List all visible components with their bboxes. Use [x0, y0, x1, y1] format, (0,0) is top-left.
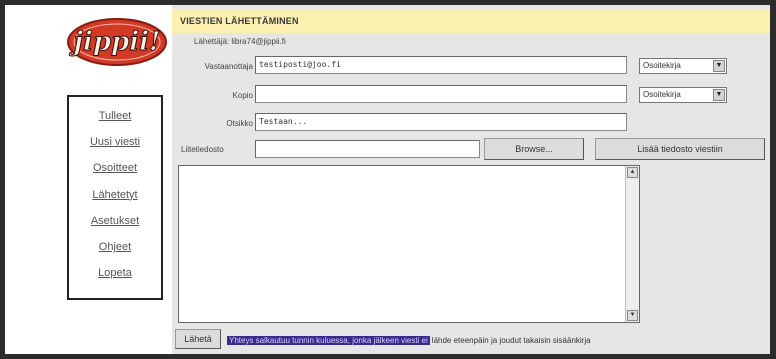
page-title: VIESTIEN LÄHETTÄMINEN: [172, 9, 770, 33]
cc-label: Kopio: [232, 91, 253, 100]
to-field[interactable]: testiposti@joo.fi: [255, 56, 627, 74]
chevron-down-icon: ▼: [713, 89, 725, 101]
sender-address: libra74@jippii.fi: [231, 37, 286, 46]
subject-field[interactable]: Testaan...: [255, 113, 627, 131]
scroll-up-icon[interactable]: ▲: [627, 167, 638, 178]
add-attachment-button[interactable]: Lisää tiedosto viestiin: [595, 138, 765, 160]
nav-item-osoitteet[interactable]: Osoitteet: [93, 157, 137, 183]
cc-address-book-select[interactable]: Osoitekirja ▼: [639, 87, 727, 103]
browse-button[interactable]: Browse...: [484, 138, 584, 160]
message-body[interactable]: ▲ ▼: [178, 165, 640, 323]
compose-panel: VIESTIEN LÄHETTÄMINEN Lähettäjä: libra74…: [172, 5, 770, 354]
chevron-down-icon: ▼: [713, 60, 725, 72]
session-warning-highlight: Yhteys salkautuu tunnin kuluessa, jonka …: [227, 336, 430, 345]
attachment-label: Liitetiedosto: [181, 145, 224, 154]
send-button[interactable]: Lähetä: [175, 329, 221, 349]
subject-label: Otsikko: [226, 119, 253, 128]
attachment-field[interactable]: [255, 140, 480, 158]
nav-item-asetukset[interactable]: Asetukset: [91, 210, 139, 236]
sender-line: Lähettäjä: libra74@jippii.fi: [194, 37, 286, 46]
to-select-value: Osoitekirja: [643, 61, 681, 70]
jippii-logo[interactable]: jippii!: [65, 11, 169, 69]
browser-page: jippii! Tulleet Uusi viesti Osoitteet Lä…: [5, 5, 770, 354]
nav-item-uusi-viesti[interactable]: Uusi viesti: [90, 131, 140, 157]
cc-field[interactable]: [255, 85, 627, 103]
nav-item-lahetetyt[interactable]: Lähetetyt: [92, 184, 137, 210]
nav-item-lopeta[interactable]: Lopeta: [98, 262, 132, 288]
message-scrollbar[interactable]: ▲ ▼: [625, 166, 639, 322]
nav-item-ohjeet[interactable]: Ohjeet: [99, 236, 131, 262]
to-address-book-select[interactable]: Osoitekirja ▼: [639, 58, 727, 74]
logo-graphic: jippii!: [67, 18, 167, 66]
logo-text: jippii!: [69, 27, 161, 57]
session-warning-text: lähde eteenpäin ja joudut takaisin sisää…: [431, 336, 591, 345]
to-label: Vastaanottaja: [204, 62, 253, 71]
main-navigation: Tulleet Uusi viesti Osoitteet Lähetetyt …: [67, 95, 163, 300]
cc-select-value: Osoitekirja: [643, 90, 681, 99]
session-warning: Yhteys salkautuu tunnin kuluessa, jonka …: [227, 333, 591, 349]
left-column: jippii! Tulleet Uusi viesti Osoitteet Lä…: [5, 5, 172, 354]
scroll-down-icon[interactable]: ▼: [627, 310, 638, 321]
sender-label: Lähettäjä:: [194, 37, 230, 46]
nav-item-tulleet[interactable]: Tulleet: [99, 105, 132, 131]
